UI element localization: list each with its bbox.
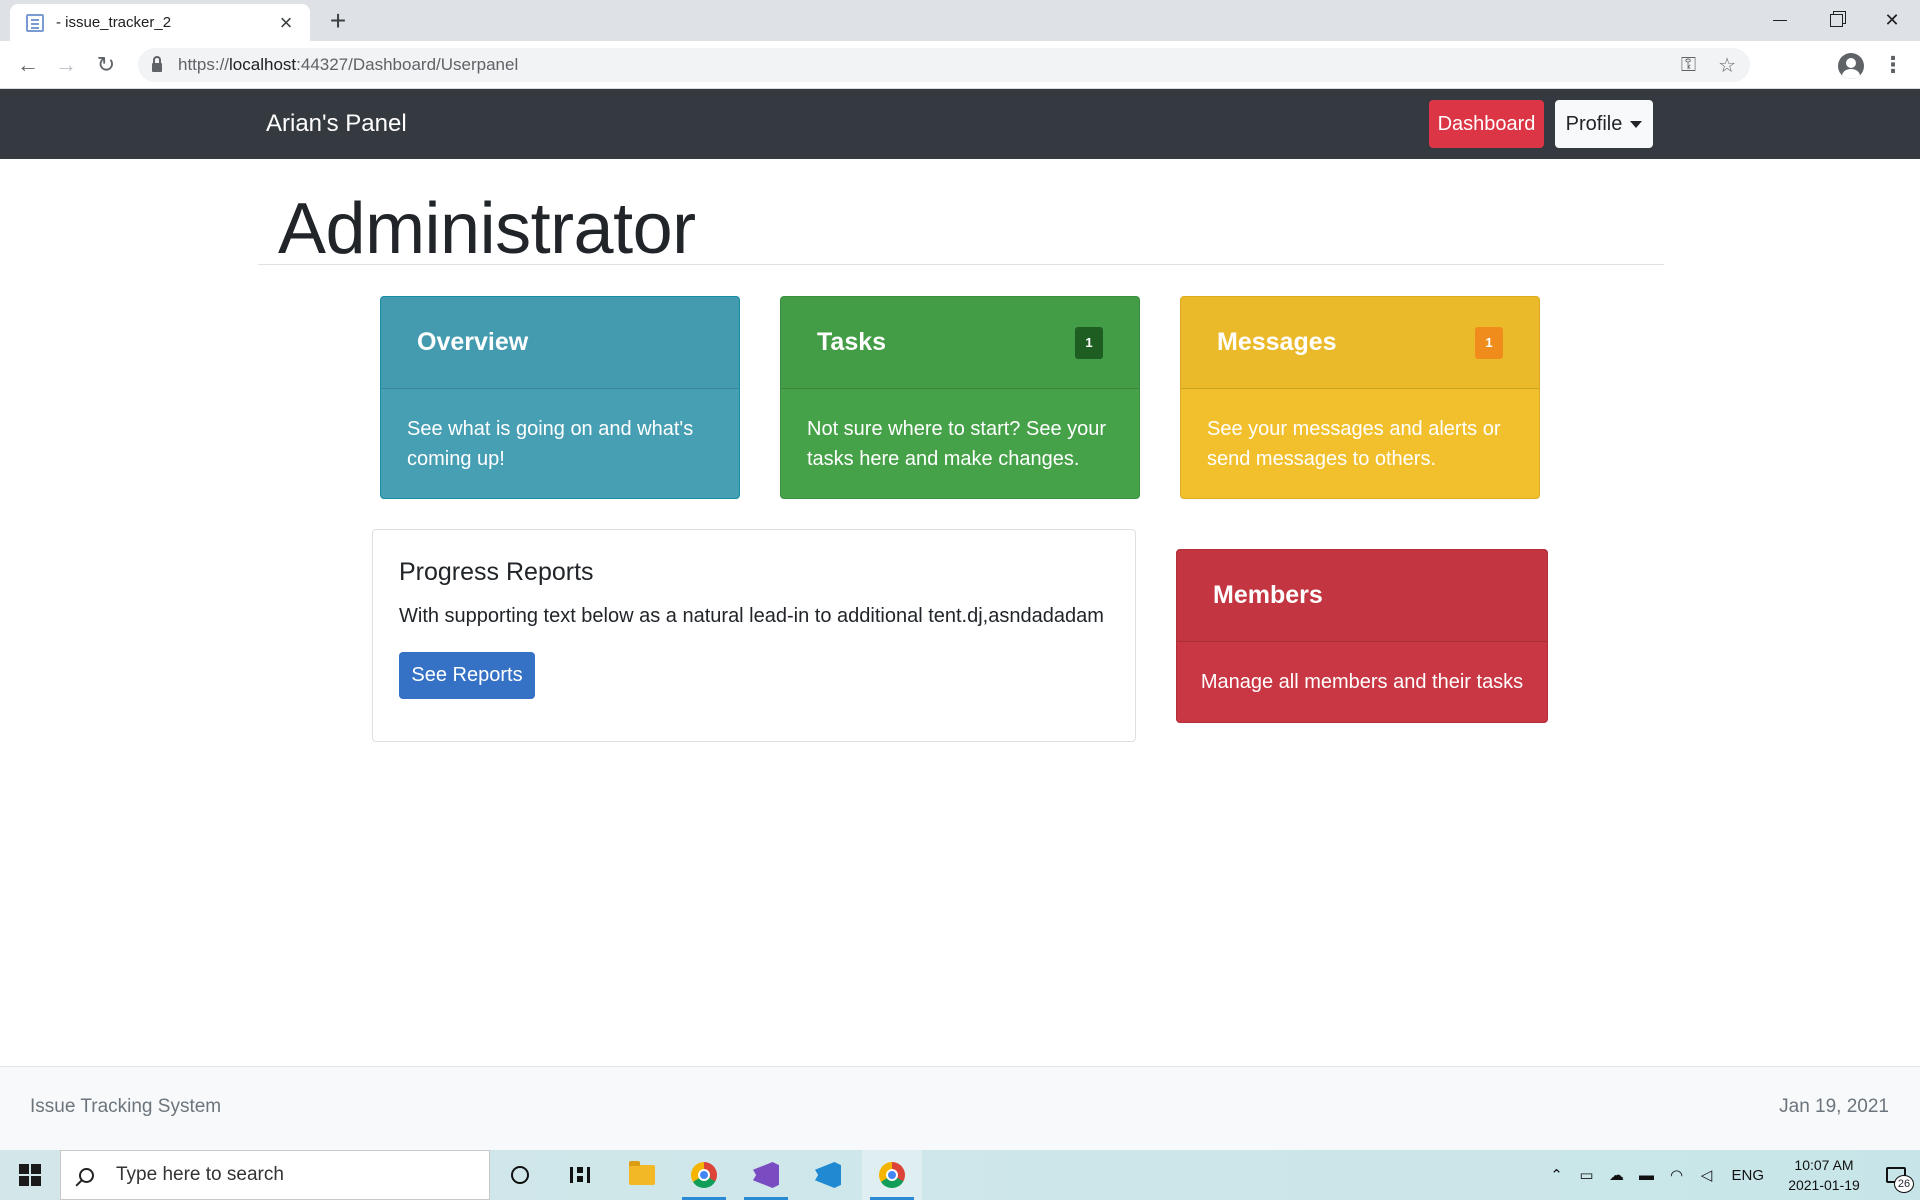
new-tab-button[interactable]: + [322, 6, 354, 38]
wifi-icon[interactable]: ◠ [1661, 1166, 1691, 1184]
cortana-button[interactable] [490, 1150, 550, 1200]
file-explorer-button[interactable] [612, 1150, 672, 1200]
battery-icon[interactable]: ▬ [1631, 1167, 1661, 1184]
volume-icon[interactable]: ◁ [1691, 1166, 1721, 1184]
members-card[interactable]: Members Manage all members and their tas… [1176, 549, 1548, 723]
messages-card-title: Messages [1217, 328, 1337, 356]
file-explorer-icon [629, 1161, 655, 1185]
taskbar-search-placeholder: Type here to search [116, 1164, 284, 1185]
notification-count-badge: 26 [1894, 1175, 1914, 1193]
system-tray: ⌃ ▭ ☁ ▬ ◠ ◁ ENG 10:07 AM 2021-01-19 26 [1541, 1150, 1920, 1200]
tasks-card-body: Not sure where to start? See your tasks … [781, 389, 1139, 498]
browser-profile-avatar[interactable] [1838, 53, 1864, 79]
profile-label: Profile [1565, 112, 1623, 135]
profile-dropdown-button[interactable]: Profile [1555, 100, 1653, 148]
members-card-body: Manage all members and their tasks [1177, 642, 1547, 722]
progress-reports-text: With supporting text below as a natural … [399, 605, 1104, 627]
lock-icon [152, 55, 162, 72]
browser-tab[interactable]: - issue_tracker_2 × [10, 4, 310, 41]
close-window-button[interactable]: ✕ [1864, 0, 1920, 41]
dashboard-button[interactable]: Dashboard [1429, 100, 1544, 148]
forward-icon[interactable]: → [52, 51, 80, 79]
messages-card-header: Messages 1 [1181, 297, 1539, 389]
action-center-button[interactable]: 26 [1872, 1150, 1920, 1200]
start-button[interactable] [0, 1150, 60, 1200]
overview-card-text: See what is going on and what's coming u… [407, 418, 694, 470]
onedrive-icon[interactable]: ☁ [1601, 1166, 1631, 1184]
meet-now-icon[interactable]: ▭ [1571, 1166, 1601, 1184]
taskbar-search-box[interactable]: Type here to search [60, 1150, 490, 1200]
tasks-card-header: Tasks 1 [781, 297, 1139, 389]
vscode-icon [815, 1162, 841, 1188]
tab-title: - issue_tracker_2 [56, 14, 172, 31]
overview-card[interactable]: Overview See what is going on and what's… [380, 296, 740, 499]
cortana-icon [511, 1166, 529, 1184]
window-controls: ✕ [1752, 0, 1920, 41]
clock-date: 2021-01-19 [1788, 1177, 1860, 1193]
key-icon[interactable]: ⚿ [1681, 54, 1696, 77]
visual-studio-icon [753, 1162, 779, 1188]
url-text: https://localhost:44327/Dashboard/Userpa… [178, 55, 519, 74]
chrome-icon [879, 1162, 905, 1188]
chrome-taskbar-button[interactable] [674, 1150, 734, 1200]
heading-divider [258, 264, 1664, 265]
overview-card-header: Overview [381, 297, 739, 389]
windows-logo-icon [19, 1164, 41, 1186]
members-card-title: Members [1213, 581, 1323, 609]
footer-date: Jan 19, 2021 [1779, 1096, 1889, 1117]
input-language[interactable]: ENG [1731, 1167, 1764, 1184]
see-reports-button[interactable]: See Reports [399, 652, 535, 699]
browser-toolbar: ← → ↻ https://localhost:44327/Dashboard/… [0, 41, 1920, 89]
windows-taskbar: Type here to search ⌃ ▭ ☁ ▬ ◠ ◁ ENG 10:0… [0, 1150, 1920, 1200]
messages-card-body: See your messages and alerts or send mes… [1181, 389, 1539, 498]
visual-studio-button[interactable] [736, 1150, 796, 1200]
progress-reports-card: Progress Reports With supporting text be… [372, 529, 1136, 742]
overview-card-body: See what is going on and what's coming u… [381, 389, 739, 498]
overview-card-title: Overview [417, 328, 529, 356]
restore-window-button[interactable] [1808, 0, 1864, 41]
taskbar-clock[interactable]: 10:07 AM 2021-01-19 [1776, 1155, 1872, 1195]
page-footer: Issue Tracking System Jan 19, 2021 [0, 1066, 1920, 1150]
caret-down-icon [1630, 120, 1643, 128]
progress-reports-title: Progress Reports [399, 558, 594, 586]
tasks-count-badge: 1 [1075, 326, 1103, 359]
vscode-button[interactable] [798, 1150, 858, 1200]
navbar-brand[interactable]: Arian's Panel [266, 89, 407, 159]
page-title: Administrator [278, 189, 696, 269]
chrome-active-taskbar-button[interactable] [862, 1150, 922, 1200]
close-tab-icon[interactable]: × [274, 10, 298, 35]
minimize-window-button[interactable] [1752, 0, 1808, 41]
chrome-icon [691, 1162, 717, 1188]
clock-time: 10:07 AM [1794, 1157, 1854, 1173]
footer-app-name: Issue Tracking System [30, 1096, 222, 1117]
back-icon[interactable]: ← [14, 51, 42, 79]
browser-menu-icon[interactable]: ⋮ [1882, 51, 1904, 79]
tasks-card-title: Tasks [817, 328, 887, 356]
browser-tab-strip: - issue_tracker_2 × + ✕ [0, 0, 1920, 41]
search-icon [79, 1167, 94, 1183]
bookmark-star-icon[interactable]: ☆ [1718, 53, 1736, 78]
members-card-text: Manage all members and their tasks [1200, 671, 1524, 693]
tasks-card-text: Not sure where to start? See your tasks … [807, 418, 1107, 470]
task-view-button[interactable] [550, 1150, 610, 1200]
tasks-card[interactable]: Tasks 1 Not sure where to start? See you… [780, 296, 1140, 499]
app-navbar: Arian's Panel Dashboard Profile [0, 89, 1920, 159]
reload-icon[interactable]: ↻ [92, 51, 120, 79]
messages-card-text: See your messages and alerts or send mes… [1207, 418, 1501, 470]
messages-count-badge: 1 [1475, 326, 1503, 359]
chevron-up-icon[interactable]: ⌃ [1541, 1166, 1571, 1184]
page-favicon-icon [26, 13, 44, 32]
messages-card[interactable]: Messages 1 See your messages and alerts … [1180, 296, 1540, 499]
task-view-icon [570, 1167, 590, 1183]
address-bar[interactable]: https://localhost:44327/Dashboard/Userpa… [138, 48, 1750, 82]
members-card-header: Members [1177, 550, 1547, 642]
